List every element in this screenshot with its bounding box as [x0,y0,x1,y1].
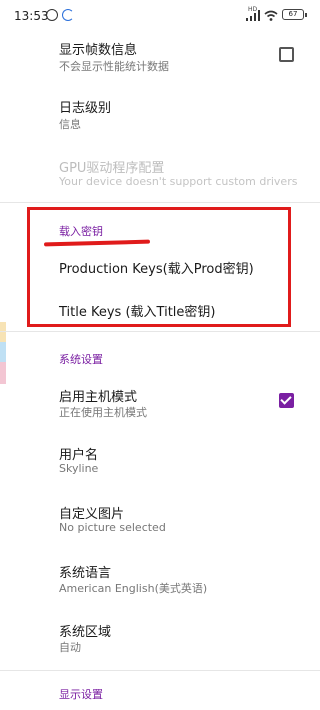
status-bar: 13:53 HD 67 [0,0,320,34]
setting-subtitle: 信息 [59,118,81,131]
section-header-system: 系统设置 [59,353,103,366]
section-divider [0,331,320,332]
alarm-icon [46,9,58,21]
edge-strip [0,362,6,384]
setting-subtitle: 正在使用主机模式 [59,406,147,419]
edge-strip [0,322,6,342]
setting-row-custom-picture[interactable]: 自定义图片 No picture selected [0,499,320,543]
highlight-box [27,207,291,327]
setting-row-system-region[interactable]: 系统区域 自动 [0,617,320,661]
edge-strip [0,342,6,362]
setting-subtitle: 自动 [59,641,81,654]
setting-subtitle: Your device doesn't support custom drive… [59,175,298,188]
host-mode-checkbox[interactable] [279,393,294,408]
signal-icon [246,10,260,21]
setting-subtitle: American English(美式英语) [59,582,208,595]
section-header-display: 显示设置 [59,688,103,701]
section-divider [0,202,320,203]
setting-title: 显示帧数信息 [59,43,138,58]
setting-title: 系统区域 [59,625,112,640]
setting-title: 用户名 [59,448,99,463]
setting-title: 日志级别 [59,101,112,116]
setting-title: 系统语言 [59,566,112,581]
sync-icon [62,9,74,21]
setting-row-log-level[interactable]: 日志级别 信息 [0,92,320,142]
setting-row-host-mode[interactable]: 启用主机模式 正在使用主机模式 [0,382,320,426]
setting-subtitle: 不会显示性能统计数据 [59,60,169,73]
battery-icon: 67 [282,9,307,20]
status-time: 13:53 [14,9,49,23]
setting-row-show-fps[interactable]: 显示帧数信息 不会显示性能统计数据 [0,34,320,84]
section-divider [0,670,320,671]
setting-subtitle: No picture selected [59,521,166,534]
setting-subtitle: Skyline [59,462,99,475]
show-fps-checkbox[interactable] [279,47,294,62]
setting-title: 自定义图片 [59,507,125,522]
setting-title: GPU驱动程序配置 [59,161,165,176]
wifi-icon [264,10,278,21]
setting-row-username[interactable]: 用户名 Skyline [0,440,320,484]
setting-title: 启用主机模式 [59,390,138,405]
setting-row-system-language[interactable]: 系统语言 American English(美式英语) [0,558,320,602]
setting-row-gpu-driver: GPU驱动程序配置 Your device doesn't support cu… [0,152,320,196]
